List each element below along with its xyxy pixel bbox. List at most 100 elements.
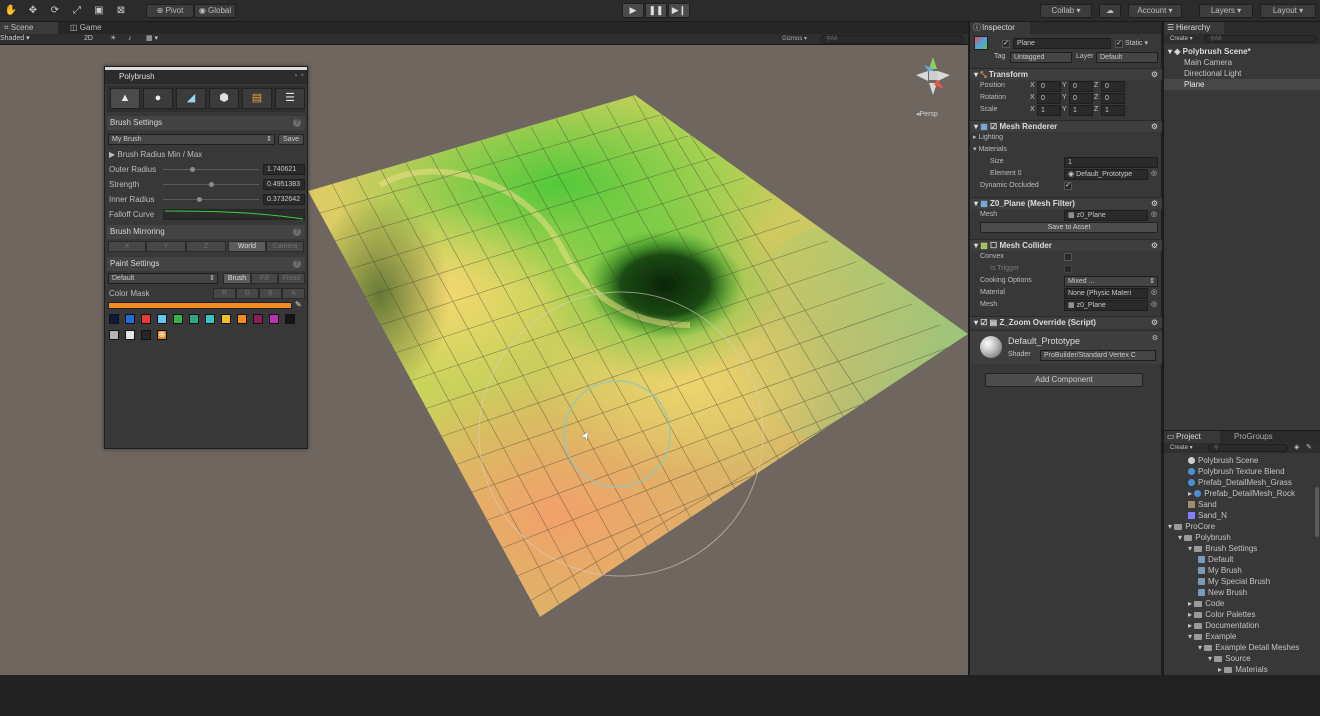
scale-tool-icon[interactable]: ⤢ [68, 4, 86, 18]
mask-a-toggle[interactable]: A [282, 288, 305, 299]
transform-header[interactable]: ▾ ⤡ Transform ⚙ [970, 68, 1162, 80]
strength-knob[interactable] [209, 182, 214, 187]
strength-slider[interactable] [163, 182, 259, 187]
outer-radius-input[interactable]: 1.740621 [263, 164, 305, 175]
palette-swatch[interactable] [205, 314, 215, 324]
outer-radius-knob[interactable] [189, 167, 195, 172]
material-settings-icon[interactable]: ⚙ [1152, 334, 1158, 342]
palette-swatch[interactable] [189, 314, 199, 324]
brush-mirroring-header[interactable]: Brush Mirroring? [107, 225, 305, 239]
mirror-world-toggle[interactable]: World [228, 241, 266, 252]
hierarchy-item-directional-light[interactable]: Directional Light [1164, 68, 1320, 79]
component-menu-icon[interactable]: ⚙ [1151, 317, 1158, 329]
project-item[interactable]: ▸ Code [1164, 598, 1314, 609]
project-item[interactable]: My Brush [1164, 565, 1314, 576]
project-item[interactable]: My Special Brush [1164, 576, 1314, 587]
mirror-z-toggle[interactable]: Z [186, 241, 226, 252]
pivot-toggle[interactable]: ⊕ Pivot [146, 4, 194, 18]
hierarchy-search-input[interactable]: ⚲All [1204, 35, 1317, 43]
cloud-button[interactable]: ☁ [1099, 4, 1121, 18]
mirror-camera-toggle[interactable]: Camera [266, 241, 304, 252]
pause-button[interactable]: ❚❚ [645, 3, 667, 18]
mesh-renderer-header[interactable]: ▾ ▦ ☑ Mesh Renderer ⚙ [970, 120, 1162, 132]
mesh-renderer-enabled-icon[interactable]: ☑ [990, 122, 997, 131]
audio-toggle-icon[interactable]: ♪ [128, 34, 132, 44]
palette-swatch[interactable] [253, 314, 263, 324]
help-icon[interactable]: ? [293, 119, 301, 127]
lighting-toggle-icon[interactable]: ☀ [110, 34, 116, 44]
move-tool-icon[interactable]: ✥ [24, 4, 42, 18]
add-component-button[interactable]: Add Component [985, 373, 1143, 387]
persp-label[interactable]: ◂Persp [916, 110, 938, 118]
account-dropdown[interactable]: Account ▾ [1128, 4, 1182, 18]
zoom-override-enabled-icon[interactable]: ☑ [980, 318, 987, 327]
mesh-filter-mesh-field[interactable]: ▦ z0_Plane [1064, 210, 1148, 221]
collab-button[interactable]: Collab ▾ [1040, 4, 1092, 18]
project-item[interactable]: ▸ Materials [1164, 664, 1314, 675]
rotate-tool-icon[interactable]: ⟳ [46, 4, 64, 18]
prefab-mode-icon[interactable]: ▤ [242, 88, 272, 109]
project-item[interactable]: Sand [1164, 499, 1314, 510]
project-item[interactable]: ▸ Color Palettes [1164, 609, 1314, 620]
tab-inspector[interactable]: ⓘ Inspector [970, 22, 1030, 34]
palette-swatch[interactable] [125, 330, 135, 340]
paint-preset-dropdown[interactable]: Default ⇕ [108, 273, 218, 284]
tab-progroups[interactable]: ProGroups [1222, 431, 1282, 443]
eyedropper-icon[interactable]: ✎ [295, 300, 302, 309]
mirror-x-toggle[interactable]: X [108, 241, 146, 252]
inner-radius-knob[interactable] [196, 197, 202, 202]
object-picker-icon[interactable]: ◎ [1151, 169, 1157, 177]
filter-type-icon[interactable]: ◈ [1294, 443, 1299, 453]
tab-project[interactable]: ▭ Project [1164, 431, 1220, 443]
inner-radius-slider[interactable] [163, 197, 259, 202]
settings-mode-icon[interactable]: ☰ [275, 88, 305, 109]
project-item[interactable]: New Brush [1164, 587, 1314, 598]
project-item[interactable]: ▾ Source [1164, 653, 1314, 664]
layers-dropdown[interactable]: Layers ▾ [1199, 4, 1253, 18]
palette-swatch[interactable] [141, 330, 151, 340]
brush-settings-header[interactable]: Brush Settings? [107, 116, 305, 130]
help-icon[interactable]: ? [293, 228, 301, 236]
polybrush-close-icon[interactable]: × [300, 70, 304, 83]
tag-dropdown[interactable]: Untagged [1010, 52, 1072, 63]
shader-dropdown[interactable]: ProBuilder/Standard Vertex C [1040, 350, 1156, 361]
mirror-y-toggle[interactable]: Y [146, 241, 186, 252]
material-sphere-preview[interactable] [980, 336, 1002, 358]
project-item[interactable]: Prefab_DetailMesh_Grass [1164, 477, 1314, 488]
polybrush-lock-icon[interactable]: ▪ [295, 70, 297, 83]
paint-fill-toggle[interactable]: Fill [251, 273, 278, 284]
trigger-checkbox[interactable] [1064, 265, 1072, 273]
outer-radius-slider[interactable] [163, 167, 259, 172]
position-y-input[interactable]: 0 [1069, 81, 1093, 92]
object-picker-icon[interactable]: ◎ [1151, 210, 1157, 218]
brush-preset-dropdown[interactable]: My Brush ⇕ [108, 134, 275, 145]
project-create-dropdown[interactable]: Create ▾ [1170, 443, 1193, 453]
dynamic-occluded-checkbox[interactable]: ✓ [1064, 182, 1072, 190]
object-name-input[interactable]: Plane [1013, 38, 1111, 49]
palette-swatch[interactable] [109, 314, 119, 324]
tab-game[interactable]: ◫ Game [66, 22, 126, 34]
project-scrollbar[interactable] [1315, 487, 1319, 537]
radius-minmax-row[interactable]: ▶ Brush Radius Min / Max [105, 147, 307, 162]
project-item[interactable]: Polybrush Scene [1164, 455, 1314, 466]
project-item[interactable]: ▾ Polybrush [1164, 532, 1314, 543]
smooth-mode-icon[interactable]: ● [143, 88, 173, 109]
palette-swatch[interactable] [173, 314, 183, 324]
add-color-icon[interactable]: ⊕ [157, 330, 167, 340]
project-item[interactable]: ▸ Documentation [1164, 620, 1314, 631]
polybrush-title-bar[interactable]: Polybrush ▪ × [105, 67, 307, 84]
project-item[interactable]: ▸ Prefab_DetailMesh_Rock [1164, 488, 1314, 499]
palette-swatch[interactable] [237, 314, 247, 324]
inner-radius-input[interactable]: 0.3732642 [263, 194, 305, 205]
paint-settings-header[interactable]: Paint Settings? [107, 257, 305, 271]
hand-tool-icon[interactable]: ✋ [2, 4, 20, 18]
palette-swatch[interactable] [269, 314, 279, 324]
collider-mesh-field[interactable]: ▦ z0_Plane [1064, 300, 1148, 311]
play-button[interactable]: ▶ [622, 3, 644, 18]
layout-dropdown[interactable]: Layout ▾ [1260, 4, 1316, 18]
scale-y-input[interactable]: 1 [1069, 105, 1093, 116]
palette-swatch[interactable] [125, 314, 135, 324]
project-item[interactable]: ▾ Example [1164, 631, 1314, 642]
save-to-asset-button[interactable]: Save to Asset [980, 222, 1158, 233]
texture-mode-icon[interactable]: ⬢ [209, 88, 239, 109]
